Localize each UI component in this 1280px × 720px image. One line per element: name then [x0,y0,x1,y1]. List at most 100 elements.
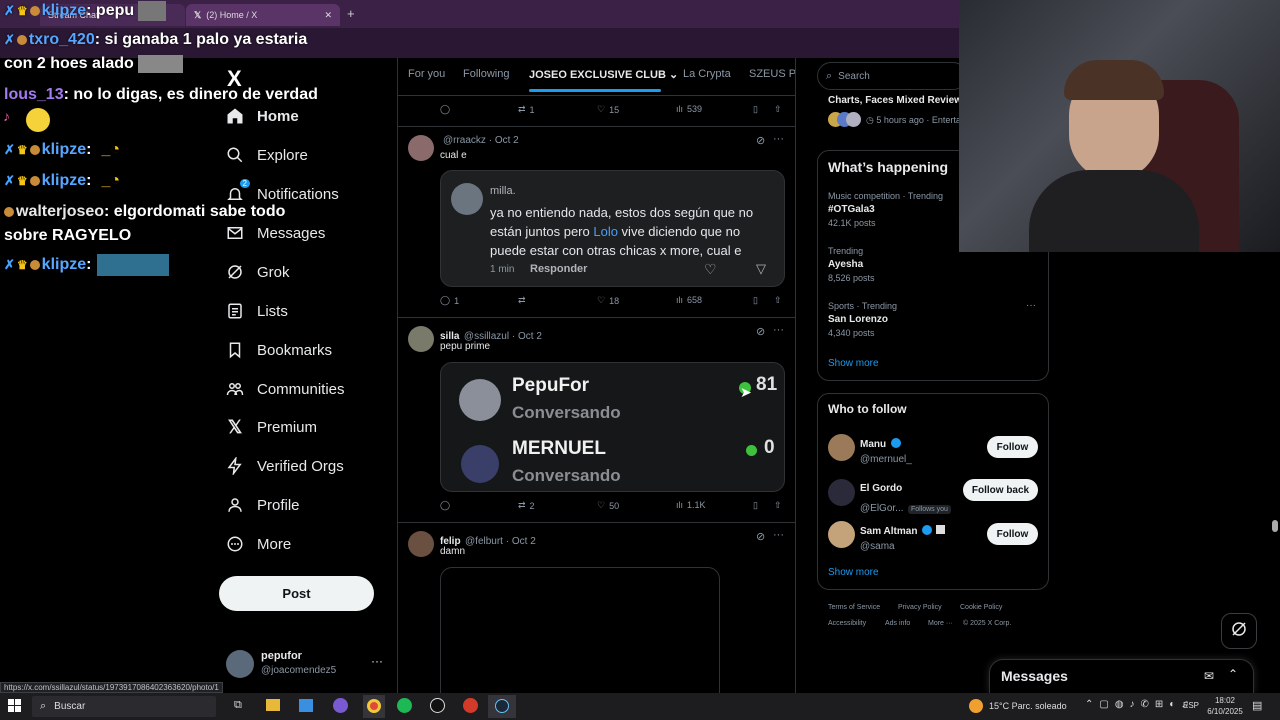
trend-item[interactable]: Trending Ayesha 8,526 posts [828,246,875,283]
bookmark-icon[interactable]: ▯ [753,104,758,115]
repost-button[interactable]: ⇄ [518,295,530,306]
language-indicator[interactable]: ESP [1183,701,1199,710]
footer-link[interactable]: Cookie Policy [960,604,1002,611]
follow-button[interactable]: Follow [987,436,1038,458]
windows-start-icon[interactable] [8,699,22,713]
tab-la-crypta[interactable]: La Crypta [683,68,731,80]
store-icon[interactable] [299,699,313,712]
repost-button[interactable]: ⇄ 2 [518,500,535,511]
grok-icon[interactable]: ⊘ [756,530,765,543]
clock[interactable]: 18:02 6/10/2025 [1206,695,1244,717]
footer-link[interactable]: Ads info [885,620,910,627]
account-menu-icon[interactable]: ··· [371,654,383,668]
account-avatar[interactable] [226,650,254,678]
avatar[interactable] [828,479,855,506]
show-more-link[interactable]: Show more [828,567,879,578]
heart-icon[interactable]: ♡ [704,261,717,278]
footer-link[interactable]: Accessibility [828,620,866,627]
scrollbar-thumb[interactable] [1272,520,1278,532]
trend-item[interactable]: Sports · Trending San Lorenzo 4,340 post… [828,301,897,338]
grok-floating-button[interactable] [1221,613,1257,649]
views-button[interactable]: ılı 658 [676,295,702,305]
follow-suggestion[interactable]: Sam Altman @sama [860,521,946,552]
trend-item[interactable]: Music competition · Trending #OTGala3 42… [828,191,943,228]
views-button[interactable]: ılı 1.1K [676,500,706,510]
status-card-image[interactable]: PepuFor Conversando 81 MERNUEL Conversan… [440,362,785,492]
browser-tab-x-home[interactable]: 𝕏 (2) Home / X ✕ [186,4,340,26]
bookmark-icon[interactable]: ▯ [753,500,758,511]
avatar[interactable] [408,326,434,352]
avatar[interactable] [408,135,434,161]
more-icon[interactable]: ··· [773,324,784,336]
tab-szeus[interactable]: SZEUS Pe [749,68,795,80]
nav-lists[interactable]: Lists [226,296,288,326]
taskbar-steam[interactable] [488,695,516,718]
task-view-icon[interactable]: ⧉ [234,699,242,712]
avatar[interactable] [828,434,855,461]
share-icon[interactable]: ⇧ [774,500,782,511]
discord-icon[interactable] [333,698,348,713]
post-media[interactable] [440,567,720,693]
nav-explore[interactable]: Explore [226,140,308,170]
show-more-link[interactable]: Show more [828,358,879,369]
new-message-icon[interactable]: ✉ [1204,669,1214,683]
reply-button[interactable]: ◯ 1 [440,295,459,306]
avatar[interactable] [408,531,434,557]
reply-link[interactable]: Responder [530,263,587,275]
reply-button[interactable]: ◯ [440,500,454,511]
notification-center-icon[interactable]: ▤ [1252,699,1262,712]
search-input[interactable]: ⌕ Search [817,62,967,90]
nav-home[interactable]: Home [226,101,299,131]
app-icon[interactable] [463,698,478,713]
like-button[interactable]: ♡ 18 [597,295,619,306]
follow-button[interactable]: Follow [987,523,1038,545]
nav-notifications[interactable]: 2 Notifications [226,179,339,209]
mention-link[interactable]: Lolo [593,224,618,239]
views-button[interactable]: ılı 539 [676,104,702,114]
more-icon[interactable]: ··· [1026,300,1036,311]
bookmark-icon[interactable]: ▯ [753,295,758,306]
footer-link[interactable]: Terms of Service [828,604,880,611]
obs-icon[interactable] [430,698,445,713]
footer-link[interactable]: Privacy Policy [898,604,942,611]
more-icon[interactable]: ··· [773,529,784,541]
dislike-icon[interactable]: ▽ [756,261,766,277]
like-button[interactable]: ♡ 15 [597,104,619,115]
system-tray-icons[interactable]: ⌃▢◍♪✆⊞◐♫ [1085,699,1195,710]
share-icon[interactable]: ⇧ [774,104,782,115]
messages-drawer[interactable]: Messages ✉ ⌃ [989,659,1254,693]
nav-bookmarks[interactable]: Bookmarks [226,335,332,365]
tab-following[interactable]: Following [463,68,509,80]
follow-suggestion[interactable]: Manu @mernuel_ [860,434,912,465]
quoted-comment-card[interactable]: milla. ya no entiendo nada, estos dos se… [440,170,785,287]
news-title[interactable]: Charts, Faces Mixed Review [828,95,960,106]
nav-communities[interactable]: Communities [226,374,345,404]
tab-for-you[interactable]: For you [408,68,445,80]
avatar[interactable] [828,521,855,548]
close-tab-icon[interactable]: ✕ [324,10,332,21]
taskbar-search[interactable]: ⌕ Buscar [32,696,216,717]
like-button[interactable]: ♡ 50 [597,500,619,511]
post-button[interactable]: Post [219,576,374,611]
repost-button[interactable]: ⇄ 1 [518,104,535,115]
nav-verified-orgs[interactable]: Verified Orgs [226,451,344,481]
nav-grok[interactable]: Grok [226,257,290,287]
more-icon[interactable]: ··· [773,133,784,145]
weather-text[interactable]: 15°C Parc. soleado [989,701,1067,711]
nav-profile[interactable]: Profile [226,490,300,520]
taskbar-active-app[interactable] [363,695,385,718]
nav-messages[interactable]: Messages [226,218,325,248]
nav-more[interactable]: More [226,529,291,559]
footer-link[interactable]: More ··· [928,620,953,627]
share-icon[interactable]: ⇧ [774,295,782,306]
expand-icon[interactable]: ⌃ [1228,667,1238,681]
reply-button[interactable]: ◯ [440,104,454,115]
new-tab-icon[interactable]: + [347,6,355,21]
nav-premium[interactable]: 𝕏 Premium [226,412,317,442]
file-explorer-icon[interactable] [266,699,280,711]
follow-back-button[interactable]: Follow back [963,479,1038,501]
spotify-icon[interactable] [397,698,412,713]
grok-icon[interactable]: ⊘ [756,325,765,338]
follow-suggestion[interactable]: El Gordo @ElGor... Follows you [860,478,951,516]
x-logo-icon[interactable]: X [227,66,242,92]
